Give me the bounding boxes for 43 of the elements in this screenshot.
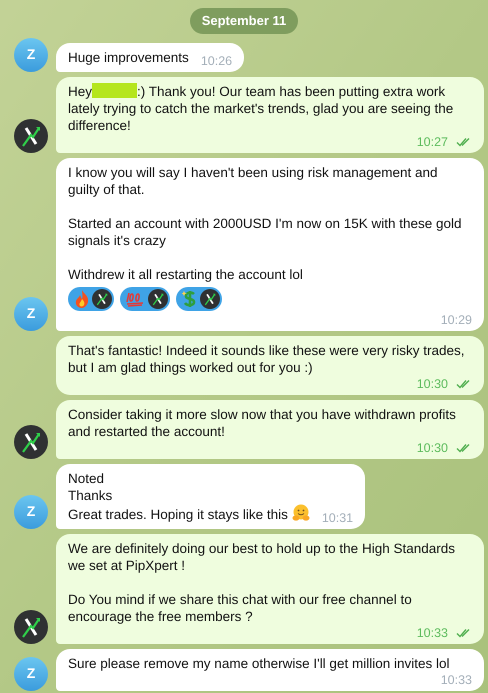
logo-avatar [148,288,168,308]
message-text: Noted [68,470,104,486]
message-text: Thanks [68,488,112,502]
message-text: Withdrew it all restarting the account lol [68,266,303,282]
user-avatar: Z [14,656,48,690]
message-text: Consider taking it more slow now that you have withdrawn profits and restarted the account! [68,406,457,440]
message-time: 10:30 [416,376,448,390]
double-check-icon [456,442,472,452]
message-text: Do You mind if we share this chat with our free channel to encourage the free members ? [68,590,413,624]
message-text: Started an account with 2000USD I'm now on 15K with these gold signals it's crazy [68,216,462,248]
message-time: 10:31 [322,510,354,524]
logo-avatar [14,118,48,152]
reaction-chip[interactable] [120,286,170,310]
message-text: Sure please remove my name otherwise I'll get million invites lol [68,654,450,672]
logo-avatar [14,610,48,644]
message-text: That's fantastic! Indeed it sounds like these were very risky trades, but I am glad things worked out for you :) [68,342,466,376]
double-check-icon [456,378,472,388]
hugging-emoji-icon [292,504,310,522]
logo-avatar [92,288,112,308]
double-check-icon [456,136,472,146]
reaction-chip[interactable] [68,286,114,310]
user-avatar: Z [14,296,48,330]
message-text: Huge improvements [68,48,189,66]
message-time: 10:26 [200,54,232,68]
user-avatar: Z [14,38,48,72]
logo-avatar [200,288,220,308]
message-text: Hey :) Thank you! Our team has been putting extra work lately trying to catch the market's trends, glad you are seeing the difference! [68,82,454,134]
dollar-icon [182,290,198,308]
fire-icon [74,290,90,308]
message-text: We are definitely doing our best to hold up to the High Standards we set at PipXpert ! [68,540,455,572]
message-time: 10:33 [416,626,448,640]
message-time: 10:33 [440,672,472,686]
message-time: 10:27 [416,134,448,148]
reaction-chip[interactable] [176,286,222,310]
hundred-points-icon [126,290,146,306]
double-check-icon [456,628,472,638]
message-time: 10:29 [440,312,472,326]
user-avatar: Z [14,494,48,528]
message-time: 10:30 [416,440,448,454]
date-badge: September 11 [190,8,298,34]
message-text: Great trades. Hoping it stays like this [68,504,310,522]
message-text: I know you will say I haven't been using risk management and guilty of that. [68,164,438,196]
logo-avatar [14,424,48,458]
